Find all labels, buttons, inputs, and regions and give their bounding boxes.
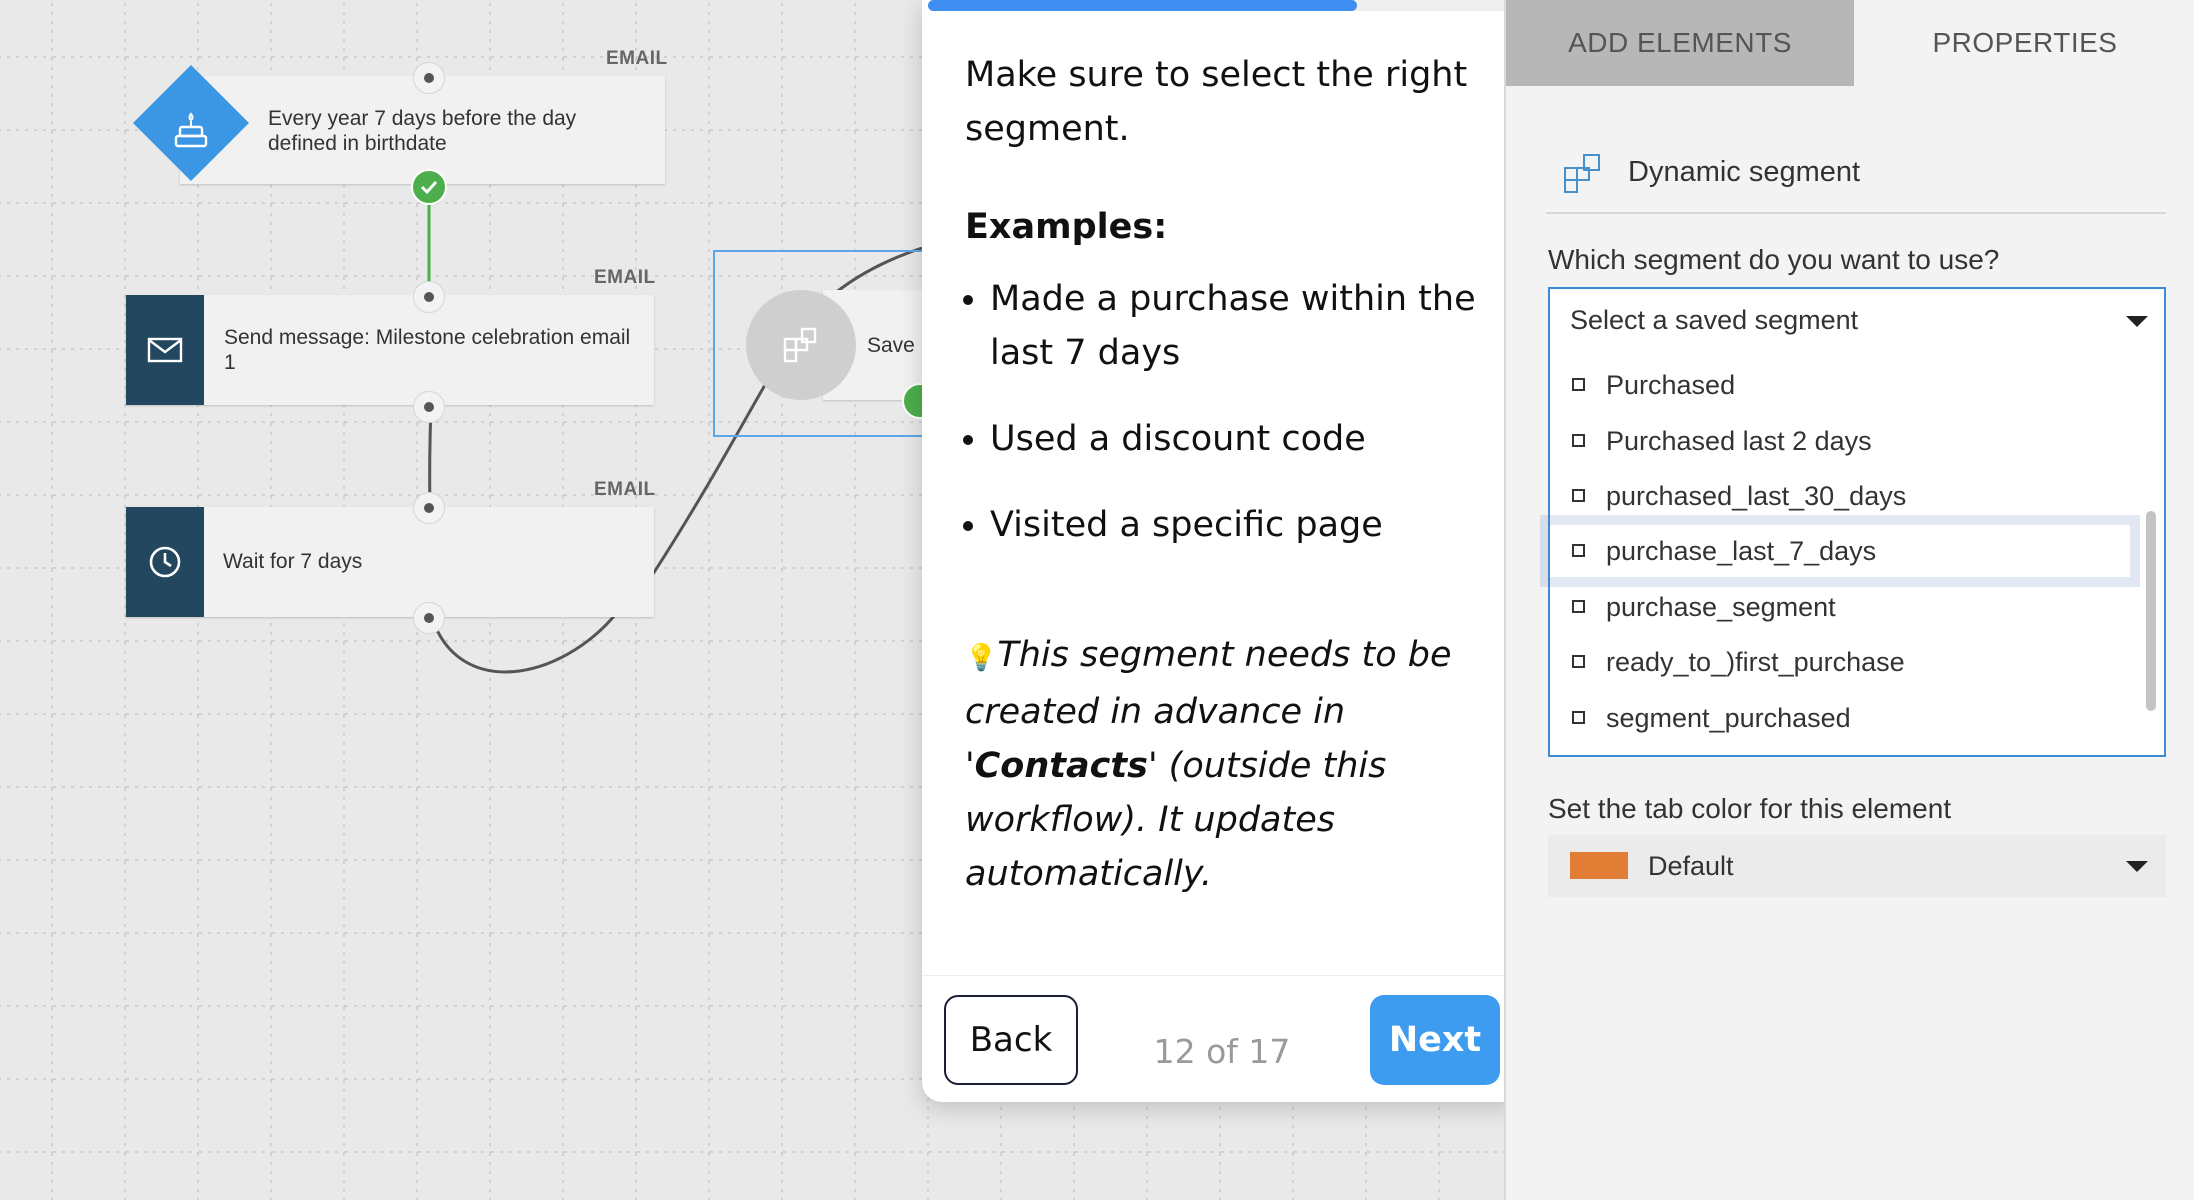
- node-tag: EMAIL: [606, 48, 668, 69]
- tour-content: Make sure to select the right segment. E…: [965, 48, 1485, 901]
- segment-option-highlighted[interactable]: purchase_last_7_days: [1550, 525, 2130, 577]
- tour-example-item: Made a purchase within the last 7 days: [990, 272, 1485, 380]
- tour-progress-fill: [928, 0, 1358, 11]
- selected-segment-node[interactable]: Save: [713, 250, 943, 437]
- segment-option[interactable]: purchased_last_30_days: [1550, 470, 2130, 522]
- option-label: purchased_last_30_days: [1606, 481, 1907, 511]
- checkbox[interactable]: [1572, 434, 1585, 447]
- option-label: segment_purchased: [1606, 703, 1851, 733]
- option-label: Purchased: [1606, 370, 1736, 400]
- option-label: ready_to_)first_purchase: [1606, 647, 1905, 677]
- node-label: Send message: Milestone celebration emai…: [224, 326, 631, 374]
- tab-color-dropdown[interactable]: Default: [1548, 835, 2166, 897]
- segment-option[interactable]: Purchased last 2 days: [1550, 415, 2130, 467]
- segment-option[interactable]: segment_purchased: [1550, 692, 2130, 744]
- checkbox[interactable]: [1572, 655, 1585, 668]
- tour-note: 💡This segment needs to be created in adv…: [965, 628, 1485, 901]
- birthday-cake-icon: [174, 112, 208, 148]
- node-output-port[interactable]: [413, 602, 445, 634]
- node-output-port[interactable]: [413, 391, 445, 423]
- checkbox[interactable]: [1572, 544, 1585, 557]
- node-label: Save: [867, 334, 915, 357]
- check-icon: [411, 169, 447, 205]
- segment-dropdown[interactable]: Select a saved segment Purchased Purchas…: [1548, 287, 2166, 757]
- tour-example-item: Used a discount code: [990, 412, 1485, 466]
- chevron-down-icon[interactable]: [2126, 316, 2148, 327]
- segment-option[interactable]: purchase_segment: [1550, 581, 2130, 633]
- tour-popover: Make sure to select the right segment. E…: [922, 0, 1522, 1102]
- color-swatch: [1570, 852, 1628, 879]
- option-label: purchase_segment: [1606, 592, 1836, 622]
- tab-properties[interactable]: PROPERTIES: [1854, 0, 2194, 86]
- segment-question-label: Which segment do you want to use?: [1548, 244, 2000, 275]
- clock-icon: [126, 507, 204, 617]
- node-label: Every year 7 days before the day defined…: [268, 107, 577, 155]
- tour-heading: Make sure to select the right segment.: [965, 55, 1468, 149]
- node-input-port[interactable]: [413, 281, 445, 313]
- segment-dropdown-placeholder[interactable]: Select a saved segment: [1570, 305, 1858, 336]
- node-label: Wait for 7 days: [223, 550, 363, 573]
- option-label: Purchased last 2 days: [1606, 426, 1872, 456]
- tab-color-label: Set the tab color for this element: [1548, 793, 1952, 824]
- next-button[interactable]: Next: [1370, 995, 1500, 1085]
- node-tag: EMAIL: [594, 479, 656, 500]
- segment-icon: [746, 290, 856, 400]
- dropdown-scrollbar[interactable]: [2146, 511, 2156, 711]
- tour-examples-list: Made a purchase within the last 7 days U…: [965, 272, 1485, 552]
- tab-add-elements[interactable]: ADD ELEMENTS: [1506, 0, 1854, 86]
- segment-option[interactable]: Purchased: [1550, 359, 2130, 411]
- node-input-port[interactable]: [413, 62, 445, 94]
- tour-note-bold: Contacts: [974, 746, 1148, 786]
- send-message-node[interactable]: Send message: Milestone celebration emai…: [126, 295, 654, 405]
- tour-example-item: Visited a specific page: [990, 498, 1485, 552]
- checkbox[interactable]: [1572, 600, 1585, 613]
- tab-color-value: Default: [1648, 851, 1734, 881]
- checkbox[interactable]: [1572, 711, 1585, 724]
- checkbox[interactable]: [1572, 378, 1585, 391]
- checkbox[interactable]: [1572, 489, 1585, 502]
- tour-examples-label: Examples:: [965, 207, 1168, 247]
- properties-panel: ADD ELEMENTS PROPERTIES Dynamic segment …: [1504, 0, 2194, 1200]
- chevron-down-icon[interactable]: [2126, 861, 2148, 872]
- envelope-icon: [126, 295, 204, 405]
- dynamic-segment-icon: [1564, 154, 1600, 193]
- wait-node[interactable]: Wait for 7 days: [126, 507, 654, 617]
- lightbulb-icon: 💡: [965, 643, 998, 673]
- option-label: purchase_last_7_days: [1606, 536, 1877, 566]
- node-input-port[interactable]: [413, 492, 445, 524]
- element-header: Dynamic segment: [1546, 144, 2166, 214]
- tour-footer: Back 12 of 17 Next: [922, 975, 1522, 1102]
- element-title: Dynamic segment: [1628, 156, 1861, 188]
- node-tag: EMAIL: [594, 267, 656, 288]
- segment-option[interactable]: ready_to_)first_purchase: [1550, 636, 2130, 688]
